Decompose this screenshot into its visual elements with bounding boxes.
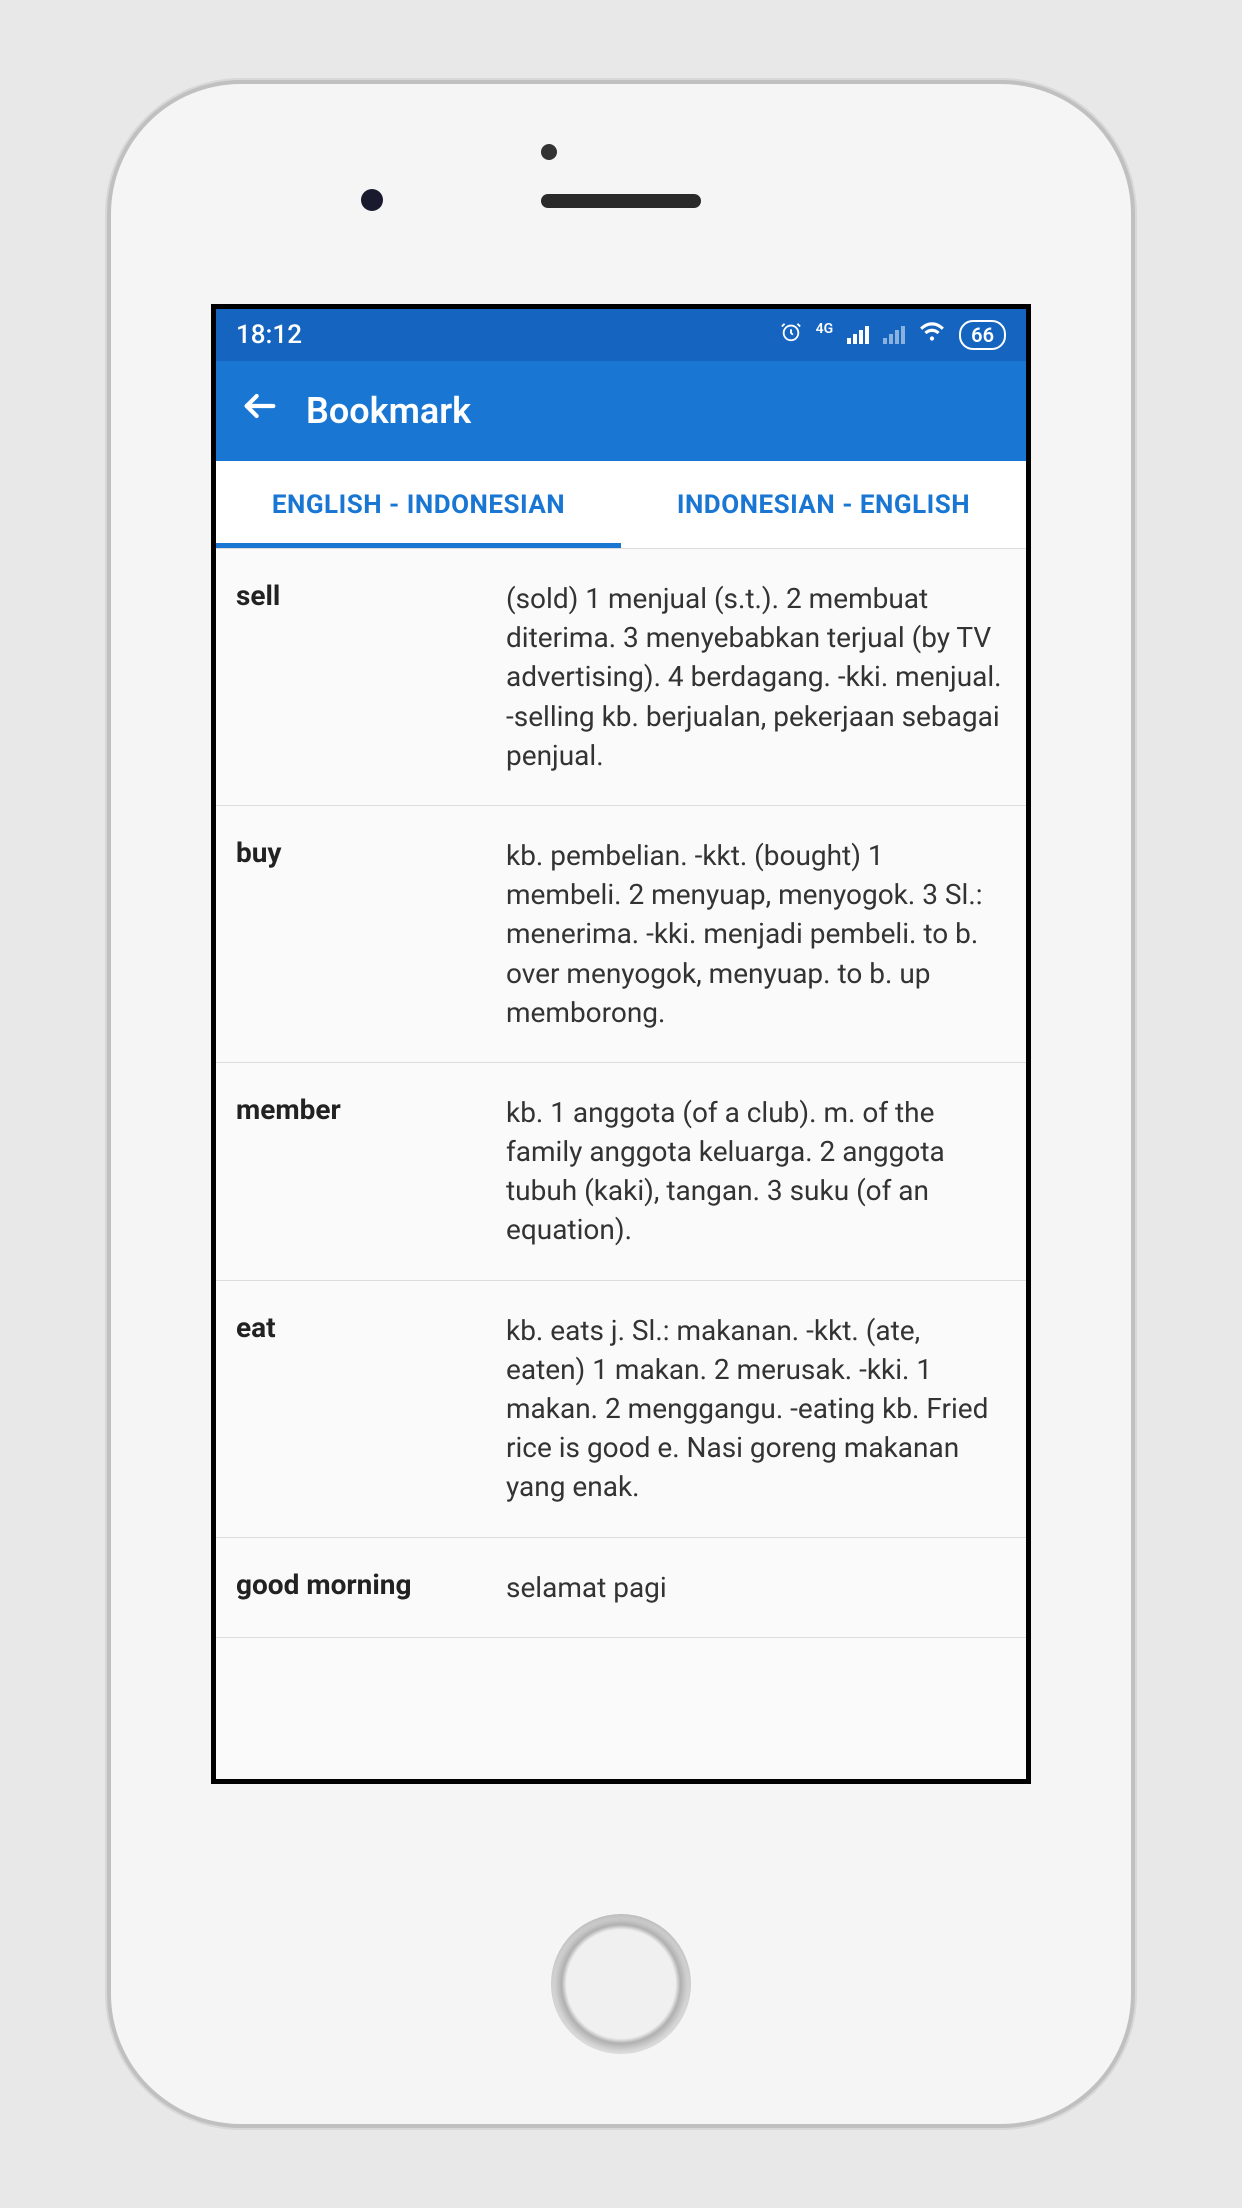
entry-word: sell bbox=[236, 579, 486, 775]
status-icons: 4G 66 bbox=[780, 320, 1006, 350]
entry-word: eat bbox=[236, 1311, 486, 1507]
list-item[interactable]: eatkb. eats j. Sl.: makanan. -kkt. (ate,… bbox=[216, 1281, 1026, 1538]
entry-word: member bbox=[236, 1093, 486, 1250]
phone-frame: 18:12 4G bbox=[111, 84, 1131, 2124]
wifi-icon bbox=[919, 321, 945, 349]
tab-label: ENGLISH - INDONESIAN bbox=[272, 490, 565, 520]
app-bar: Bookmark bbox=[216, 361, 1026, 461]
entry-word: buy bbox=[236, 836, 486, 1032]
tab-english-indonesian[interactable]: ENGLISH - INDONESIAN bbox=[216, 461, 621, 548]
tab-indonesian-english[interactable]: INDONESIAN - ENGLISH bbox=[621, 461, 1026, 548]
back-arrow-icon[interactable] bbox=[240, 386, 280, 437]
page-title: Bookmark bbox=[306, 390, 471, 432]
alarm-icon bbox=[780, 321, 802, 349]
network-type: 4G bbox=[816, 321, 834, 337]
signal-icon-2 bbox=[883, 326, 905, 344]
status-time: 18:12 bbox=[236, 320, 302, 350]
list-item[interactable]: sell(sold) 1 menjual (s.t.). 2 membuat d… bbox=[216, 549, 1026, 806]
entry-definition: selamat pagi bbox=[506, 1568, 1006, 1607]
phone-camera bbox=[361, 189, 383, 211]
battery-indicator: 66 bbox=[959, 320, 1006, 350]
list-item[interactable]: buykb. pembelian. -kkt. (bought) 1 membe… bbox=[216, 806, 1026, 1063]
list-item[interactable]: good morning selamat pagi bbox=[216, 1538, 1026, 1638]
status-bar: 18:12 4G bbox=[216, 309, 1026, 361]
entry-word: good morning bbox=[236, 1568, 486, 1607]
signal-icon bbox=[847, 326, 869, 344]
home-button[interactable] bbox=[551, 1914, 691, 2054]
tabs: ENGLISH - INDONESIAN INDONESIAN - ENGLIS… bbox=[216, 461, 1026, 549]
entry-definition: (sold) 1 menjual (s.t.). 2 membuat diter… bbox=[506, 579, 1006, 775]
bookmark-list[interactable]: sell(sold) 1 menjual (s.t.). 2 membuat d… bbox=[216, 549, 1026, 1779]
list-item[interactable]: memberkb. 1 anggota (of a club). m. of t… bbox=[216, 1063, 1026, 1281]
entry-definition: kb. 1 anggota (of a club). m. of the fam… bbox=[506, 1093, 1006, 1250]
phone-sensor bbox=[541, 144, 557, 160]
entry-definition: kb. pembelian. -kkt. (bought) 1 membeli.… bbox=[506, 836, 1006, 1032]
tab-label: INDONESIAN - ENGLISH bbox=[677, 490, 970, 520]
entry-definition: kb. eats j. Sl.: makanan. -kkt. (ate, ea… bbox=[506, 1311, 1006, 1507]
phone-speaker bbox=[541, 194, 701, 208]
screen: 18:12 4G bbox=[211, 304, 1031, 1784]
